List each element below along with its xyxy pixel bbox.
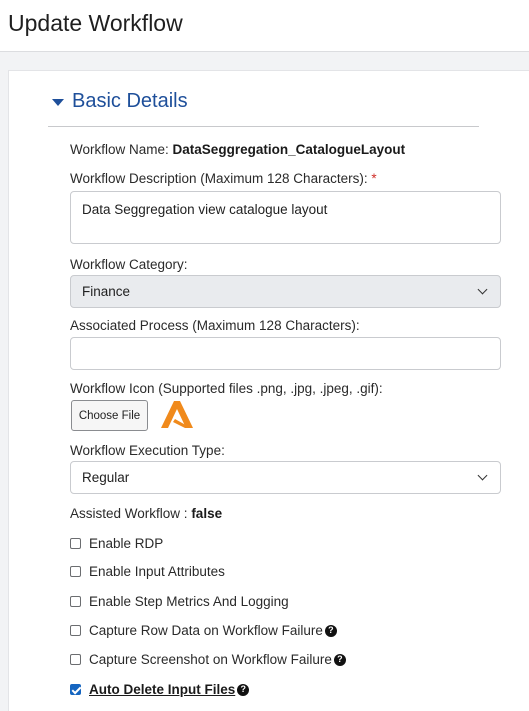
section-title: Basic Details [72, 90, 188, 112]
category-selected-value: Finance [82, 284, 131, 299]
option-label: Capture Row Data on Workflow Failure [89, 623, 323, 638]
option-label: Capture Screenshot on Workflow Failure [89, 652, 332, 667]
checkbox[interactable] [70, 596, 81, 607]
option-label: Enable RDP [89, 536, 164, 551]
workflow-name-label: Workflow Name: [70, 142, 169, 157]
caret-down-icon [52, 99, 64, 106]
category-select[interactable]: Finance [70, 275, 501, 308]
option-enable-step-metrics[interactable]: Enable Step Metrics And Logging [70, 594, 289, 609]
execution-type-selected-value: Regular [82, 470, 130, 485]
option-enable-rdp[interactable]: Enable RDP [70, 536, 163, 551]
execution-type-label: Workflow Execution Type: [70, 443, 225, 458]
checkbox[interactable] [70, 625, 81, 636]
assisted-workflow-row: Assisted Workflow : false [70, 506, 222, 521]
chevron-down-icon [477, 470, 488, 481]
workflow-icon-label: Workflow Icon (Supported files .png, .jp… [70, 381, 383, 396]
help-icon[interactable]: ? [324, 624, 337, 637]
assisted-workflow-label: Assisted Workflow : [70, 506, 188, 521]
option-label: Auto Delete Input Files [89, 682, 236, 697]
option-capture-screenshot[interactable]: Capture Screenshot on Workflow Failure ? [70, 652, 346, 667]
option-enable-input-attributes[interactable]: Enable Input Attributes [70, 564, 225, 579]
checkbox[interactable] [70, 654, 81, 665]
workflow-name-value: DataSeggregation_CatalogueLayout [172, 142, 406, 157]
section-toggle-basic-details[interactable]: Basic Details [44, 90, 188, 113]
workflow-name-row: Workflow Name: DataSeggregation_Catalogu… [70, 142, 405, 157]
associated-process-label: Associated Process (Maximum 128 Characte… [70, 318, 360, 333]
page-header: Update Workflow [0, 0, 529, 52]
checkbox-checked[interactable] [70, 684, 81, 695]
required-mark: * [371, 171, 377, 186]
category-label: Workflow Category: [70, 257, 188, 272]
option-capture-row-data[interactable]: Capture Row Data on Workflow Failure ? [70, 623, 337, 638]
option-label: Enable Step Metrics And Logging [89, 594, 289, 609]
help-icon[interactable]: ? [237, 683, 250, 696]
checkbox[interactable] [70, 566, 81, 577]
option-auto-delete-input-files[interactable]: Auto Delete Input Files ? [70, 682, 250, 697]
choose-file-button[interactable]: Choose File [71, 400, 148, 431]
workflow-logo-icon [161, 401, 193, 428]
section-divider [48, 126, 479, 127]
associated-process-input[interactable] [70, 337, 501, 370]
description-label-row: Workflow Description (Maximum 128 Charac… [70, 171, 377, 186]
description-label: Workflow Description (Maximum 128 Charac… [70, 171, 368, 186]
option-label: Enable Input Attributes [89, 564, 225, 579]
chevron-down-icon [477, 284, 488, 295]
assisted-workflow-value: false [191, 506, 223, 521]
checkbox[interactable] [70, 538, 81, 549]
description-textarea[interactable]: Data Seggregation view catalogue layout [70, 191, 501, 244]
help-icon[interactable]: ? [333, 653, 346, 666]
execution-type-select[interactable]: Regular [70, 461, 501, 494]
page-title: Update Workflow [8, 10, 183, 36]
